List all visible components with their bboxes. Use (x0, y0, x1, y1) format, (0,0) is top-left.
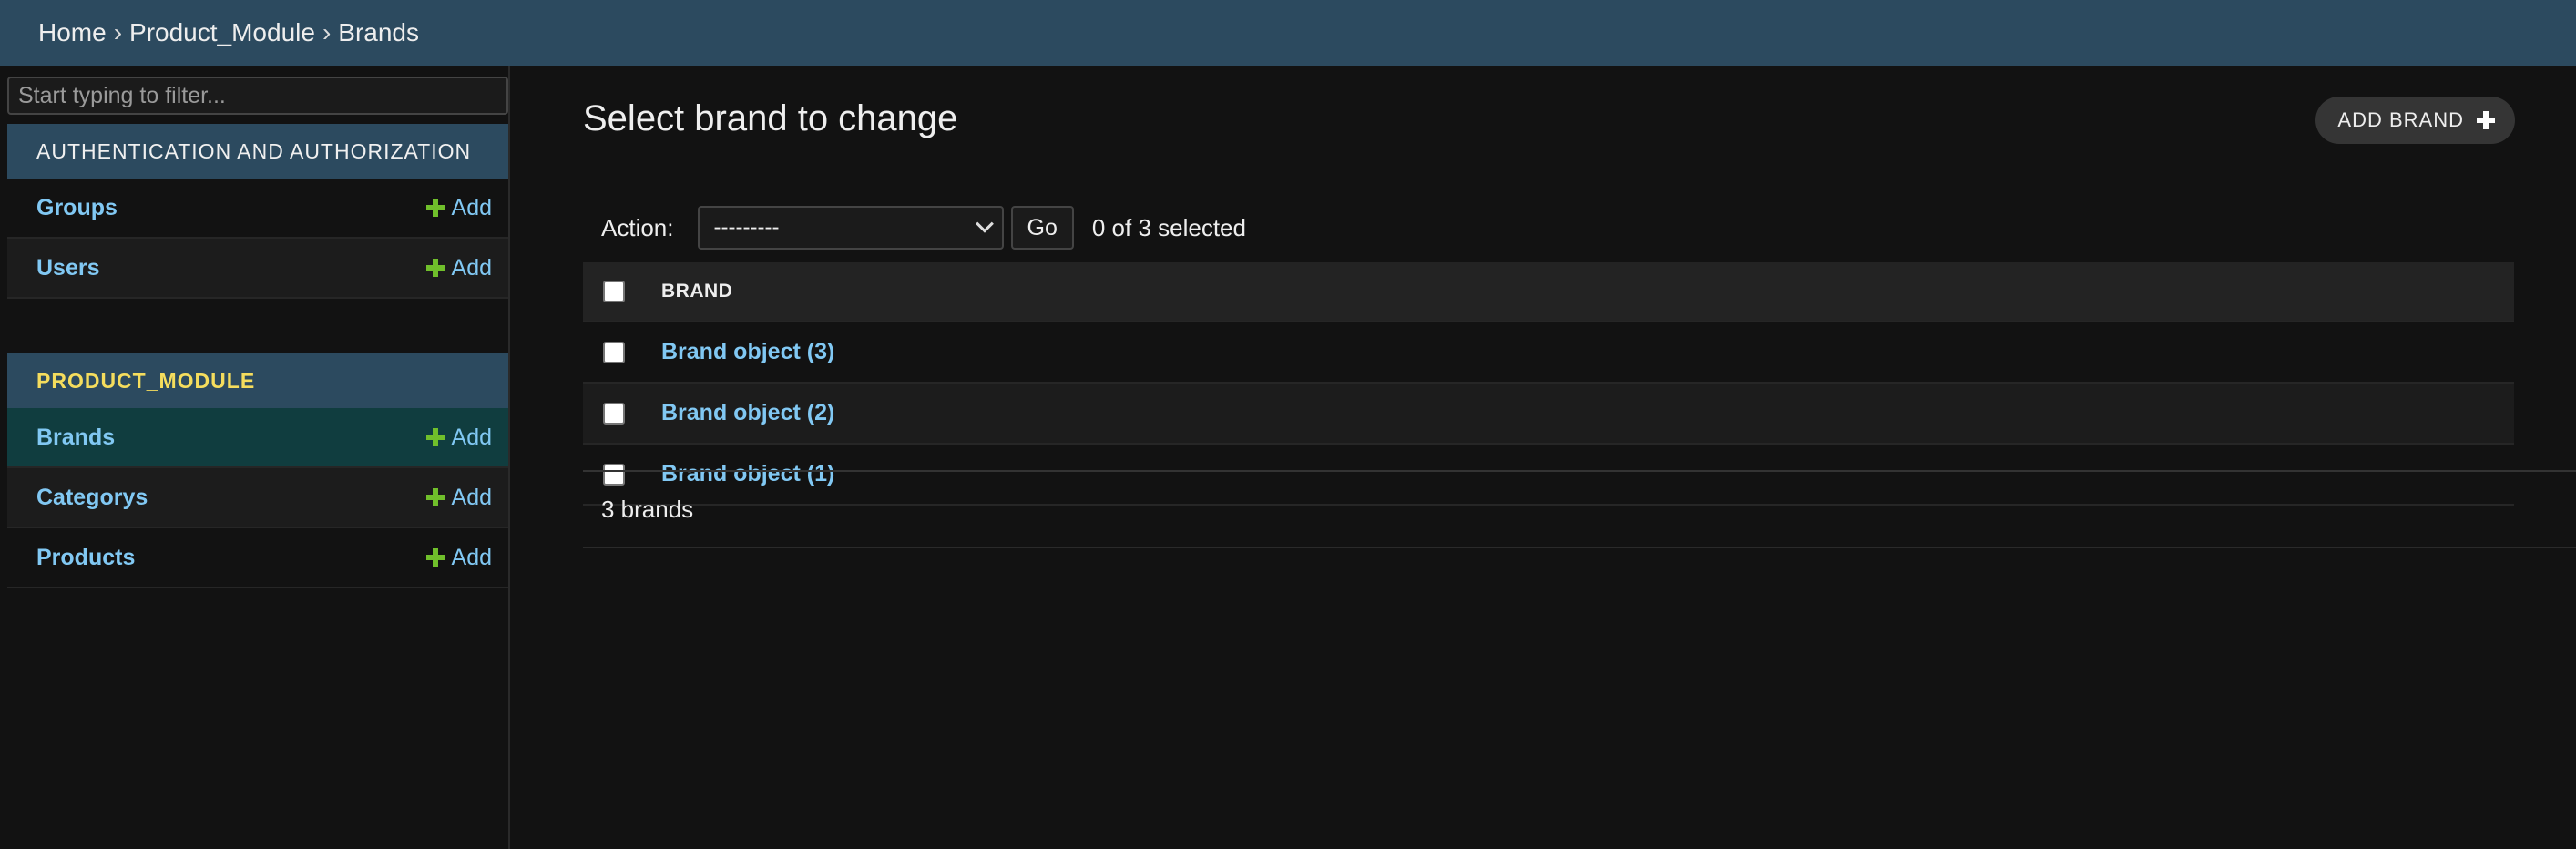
action-label: Action: (601, 213, 674, 241)
breadcrumb-home[interactable]: Home (38, 18, 107, 47)
brand-link[interactable]: Brand object (2) (661, 400, 834, 426)
sidebar-nav: AUTHENTICATION AND AUTHORIZATION Groups … (0, 66, 510, 849)
sidebar-item-brands: Brands Add (7, 408, 508, 468)
add-label: Add (451, 544, 492, 570)
module-caption-product[interactable]: PRODUCT_MODULE (7, 353, 508, 408)
sidebar-item-products: Products Add (7, 528, 508, 588)
result-count: 3 brands (601, 495, 694, 523)
page-title: Select brand to change (583, 98, 958, 138)
select-all-checkbox[interactable] (603, 281, 625, 302)
brands-link[interactable]: Brands (36, 424, 115, 451)
column-header-brand[interactable]: BRAND (661, 281, 732, 302)
products-add-link[interactable]: Add (425, 544, 492, 571)
plus-icon (425, 548, 445, 567)
categorys-link[interactable]: Categorys (36, 485, 148, 511)
paginator: 3 brands (583, 470, 2576, 548)
breadcrumb: Home › Product_Module › Brands (0, 0, 2576, 66)
module-auth: AUTHENTICATION AND AUTHORIZATION Groups … (7, 124, 508, 299)
row-checkbox[interactable] (603, 341, 625, 363)
selection-counter: 0 of 3 selected (1091, 213, 1246, 241)
plus-icon (425, 199, 445, 217)
main-content: Select brand to change ADD BRAND Action:… (583, 66, 2576, 849)
module-product: PRODUCT_MODULE Brands Add Categorys Add … (7, 353, 508, 588)
go-button[interactable]: Go (1010, 206, 1074, 250)
brands-add-link[interactable]: Add (425, 424, 492, 451)
add-label: Add (451, 194, 492, 220)
add-brand-label: ADD BRAND (2337, 108, 2464, 131)
breadcrumb-separator: › (322, 18, 332, 46)
brand-link[interactable]: Brand object (3) (661, 339, 834, 365)
sidebar-item-users: Users Add (7, 239, 508, 299)
result-list: BRAND Brand object (3) Brand object (2) … (583, 262, 2514, 506)
plus-icon (2477, 111, 2495, 129)
row-checkbox[interactable] (603, 402, 625, 424)
groups-add-link[interactable]: Add (425, 194, 492, 221)
users-link[interactable]: Users (36, 255, 100, 281)
breadcrumb-current: Brands (338, 18, 419, 46)
breadcrumb-module[interactable]: Product_Module (129, 18, 315, 47)
plus-icon (425, 428, 445, 446)
table-header: BRAND (583, 262, 2514, 322)
groups-link[interactable]: Groups (36, 195, 118, 221)
plus-icon (425, 488, 445, 506)
categorys-add-link[interactable]: Add (425, 484, 492, 511)
add-label: Add (451, 424, 492, 450)
chevron-down-icon (975, 214, 994, 233)
module-caption-auth[interactable]: AUTHENTICATION AND AUTHORIZATION (7, 124, 508, 179)
products-link[interactable]: Products (36, 545, 135, 571)
sidebar-item-groups: Groups Add (7, 179, 508, 239)
breadcrumb-separator: › (113, 18, 123, 46)
add-brand-button[interactable]: ADD BRAND (2315, 97, 2515, 144)
actions-bar: Action: --------- Go 0 of 3 selected (583, 200, 2514, 255)
table-row: Brand object (2) (583, 384, 2514, 445)
add-label: Add (451, 484, 492, 510)
sidebar-item-categorys: Categorys Add (7, 468, 508, 528)
plus-icon (425, 259, 445, 277)
users-add-link[interactable]: Add (425, 254, 492, 281)
action-select[interactable]: --------- (697, 206, 1004, 250)
table-row: Brand object (3) (583, 322, 2514, 384)
action-select-value: --------- (713, 215, 780, 240)
nav-filter-input[interactable] (7, 77, 508, 115)
add-label: Add (451, 254, 492, 281)
